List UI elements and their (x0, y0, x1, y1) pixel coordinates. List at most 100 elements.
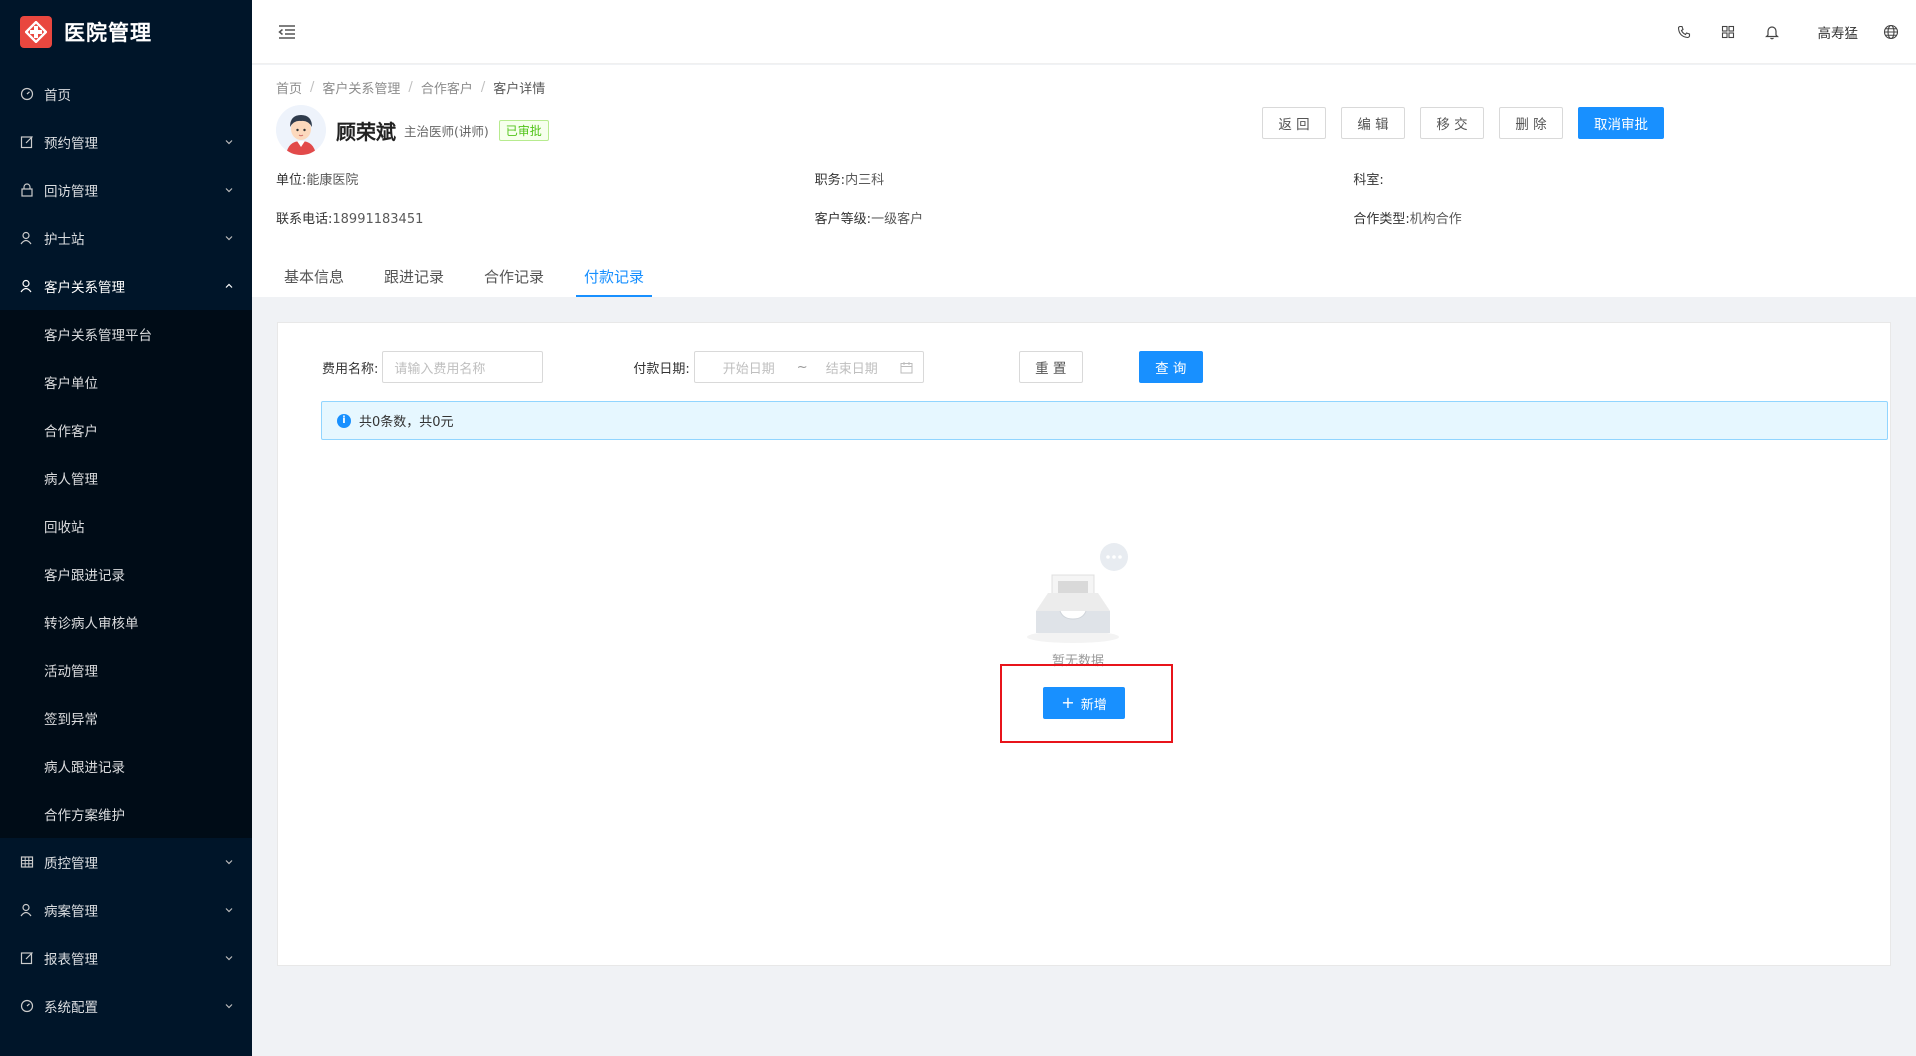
chevron-down-icon (224, 1001, 234, 1011)
sidebar-item-nurse-station[interactable]: 护士站 (0, 214, 252, 262)
sidebar-subitem[interactable]: 客户单位 (0, 358, 252, 406)
tab-payment-records[interactable]: 付款记录 (576, 257, 653, 297)
info-row-1: 单位:能康医院 职务:内三科 科室: (276, 169, 1892, 188)
add-button-label: 新增 (1080, 697, 1107, 713)
payment-date-range[interactable]: 开始日期 ~ 结束日期 (693, 351, 924, 383)
sidebar-item-appointment[interactable]: 预约管理 (0, 118, 252, 166)
chevron-down-icon (224, 185, 234, 195)
info-icon: i (337, 413, 351, 428)
reset-button[interactable]: 重 置 (1018, 351, 1083, 383)
tab-cooperation-records[interactable]: 合作记录 (476, 257, 552, 297)
sidebar-item-system-config[interactable]: 系统配置 (0, 982, 252, 1030)
sidebar-submenu-crm: 客户关系管理平台 客户单位 合作客户 病人管理 回收站 客户跟进记录 转诊病人审… (0, 310, 252, 838)
breadcrumb-item[interactable]: 首页 (276, 78, 302, 97)
phone-icon[interactable] (1662, 0, 1706, 64)
sidebar-item-label: 质控管理 (44, 856, 98, 872)
sidebar-item-followup[interactable]: 回访管理 (0, 166, 252, 214)
tab-followup-records[interactable]: 跟进记录 (376, 257, 452, 297)
filter-bar: 费用名称: 请输入费用名称 付款日期: 开始日期 ~ 结束日期 重 置 查 询 (322, 351, 1890, 383)
query-button[interactable]: 查 询 (1138, 351, 1203, 383)
empty-text: 暂无数据 (1051, 654, 1104, 669)
app-logo[interactable]: 医院管理 (0, 0, 252, 64)
summary-alert: i 共0条数，共0元 (321, 401, 1888, 440)
tab-basic-info[interactable]: 基本信息 (276, 257, 352, 297)
page-header: 首页 / 客户关系管理 / 合作客户 / 客户详情 顾荣斌 主治医师(讲师) 已… (252, 65, 1916, 297)
breadcrumb-item[interactable]: 客户关系管理 (322, 78, 400, 97)
info-label: 联系电话: (276, 212, 333, 227)
header-actions: 高寿猛 (1662, 0, 1916, 63)
sidebar-item-quality[interactable]: 质控管理 (0, 838, 252, 886)
payment-records-panel: 费用名称: 请输入费用名称 付款日期: 开始日期 ~ 结束日期 重 置 查 询 … (277, 322, 1891, 966)
sidebar-subitem[interactable]: 病人跟进记录 (0, 742, 252, 790)
status-badge: 已审批 (498, 119, 549, 141)
breadcrumb-separator: / (310, 80, 315, 95)
cancel-approval-button[interactable]: 取消审批 (1578, 107, 1664, 139)
delete-button[interactable]: 删 除 (1499, 107, 1563, 139)
user-icon (20, 279, 34, 293)
date-range-separator: ~ (796, 359, 808, 375)
sidebar-subitem[interactable]: 合作方案维护 (0, 790, 252, 838)
user-name[interactable]: 高寿猛 (1794, 22, 1877, 42)
menu-fold-icon[interactable] (276, 21, 298, 43)
breadcrumb-current: 客户详情 (493, 82, 546, 97)
edit-button[interactable]: 编 辑 (1341, 107, 1405, 139)
sidebar-subitem[interactable]: 合作客户 (0, 406, 252, 454)
calendar-icon (900, 361, 913, 374)
info-position: 职务:内三科 (815, 169, 1354, 188)
sidebar-subitem[interactable]: 回收站 (0, 502, 252, 550)
add-payment-button[interactable]: + 新增 (1043, 687, 1125, 719)
page-actions: 返 回 编 辑 移 交 删 除 取消审批 (1262, 107, 1664, 139)
breadcrumb: 首页 / 客户关系管理 / 合作客户 / 客户详情 (276, 78, 545, 97)
sidebar-item-label: 首页 (44, 88, 71, 104)
dashboard-icon (20, 999, 34, 1013)
info-phone: 联系电话:18991183451 (276, 208, 815, 227)
fee-name-input[interactable]: 请输入费用名称 (382, 351, 544, 383)
grid-icon[interactable] (1706, 0, 1750, 64)
sidebar-subitem[interactable]: 客户跟进记录 (0, 550, 252, 598)
bell-icon[interactable] (1750, 0, 1794, 64)
sidebar-subitem[interactable]: 病人管理 (0, 454, 252, 502)
user-icon (20, 903, 34, 917)
user-icon (20, 231, 34, 245)
info-unit: 单位:能康医院 (276, 169, 815, 188)
sidebar-subitem[interactable]: 签到异常 (0, 694, 252, 742)
chevron-down-icon (224, 137, 234, 147)
info-coop-type: 合作类型:机构合作 (1353, 208, 1892, 227)
chevron-down-icon (224, 233, 234, 243)
chevron-up-icon (224, 281, 234, 291)
chevron-down-icon (224, 857, 234, 867)
sidebar-item-crm[interactable]: 客户关系管理 (0, 262, 252, 310)
chevron-down-icon (224, 905, 234, 915)
breadcrumb-separator: / (480, 80, 486, 95)
fee-name-label: 费用名称: (322, 361, 379, 377)
globe-icon[interactable] (1876, 0, 1906, 64)
info-value: 内三科 (845, 173, 885, 188)
sidebar-item-label: 系统配置 (44, 1000, 98, 1016)
info-label: 客户等级: (814, 212, 872, 227)
table-icon (20, 855, 34, 869)
breadcrumb-item[interactable]: 合作客户 (421, 78, 473, 97)
app-title: 医院管理 (64, 21, 152, 45)
payment-date-label: 付款日期: (633, 361, 690, 377)
sidebar-item-home[interactable]: 首页 (0, 70, 252, 118)
sidebar-subitem[interactable]: 客户关系管理平台 (0, 310, 252, 358)
info-dept: 科室: (1353, 169, 1892, 188)
info-value: 一级客户 (871, 212, 924, 227)
sidebar-item-medical-records[interactable]: 病案管理 (0, 886, 252, 934)
edit-icon (20, 951, 34, 965)
info-label: 合作类型: (1353, 212, 1410, 227)
info-level: 客户等级:一级客户 (815, 208, 1354, 227)
sidebar-item-reports[interactable]: 报表管理 (0, 934, 252, 982)
info-label: 科室: (1353, 173, 1384, 188)
sidebar-subitem[interactable]: 转诊病人审核单 (0, 598, 252, 646)
back-button[interactable]: 返 回 (1262, 107, 1326, 139)
sidebar-item-label: 客户关系管理 (44, 280, 125, 296)
sidebar-menu: 首页 预约管理 回访管理 护士站 客户关系管理 客户关系管理平台 客户单位 合作… (0, 70, 252, 1030)
transfer-button[interactable]: 移 交 (1420, 107, 1484, 139)
chevron-down-icon (224, 953, 234, 963)
avatar (276, 105, 326, 155)
info-value: 18991183451 (332, 212, 424, 227)
plus-icon: + (1061, 693, 1075, 712)
info-label: 单位: (276, 173, 307, 188)
sidebar-subitem[interactable]: 活动管理 (0, 646, 252, 694)
